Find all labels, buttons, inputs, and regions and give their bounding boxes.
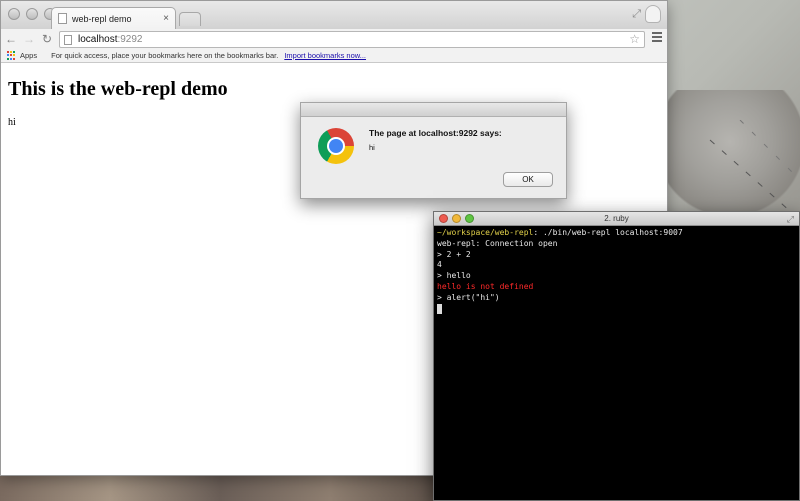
terminal-window-controls [439, 214, 474, 223]
back-arrow-icon[interactable]: ← [3, 32, 19, 46]
browser-toolbar: ← → ↻ localhost:9292 ☆ [1, 29, 667, 49]
minimize-window-button[interactable] [26, 8, 38, 20]
page-title: This is the web-repl demo [8, 78, 228, 100]
terminal-command-line: ~/workspace/web-repl: ./bin/web-repl loc… [437, 228, 796, 239]
browser-right-controls: ⤢ [632, 5, 661, 23]
terminal-error-line: hello is not defined [437, 281, 534, 291]
terminal-line: > hello [437, 271, 471, 281]
terminal-line: > alert("hi") [437, 292, 500, 302]
bookmarks-hint: For quick access, place your bookmarks h… [51, 51, 279, 60]
terminal-output[interactable]: ~/workspace/web-repl: ./bin/web-repl loc… [434, 226, 799, 316]
address-port: :9292 [117, 34, 143, 45]
alert-titlebar [301, 103, 566, 117]
tab-title: web-repl demo [72, 13, 132, 24]
terminal-cursor-line [437, 303, 796, 315]
apps-icon[interactable] [7, 51, 16, 60]
bookmarks-apps-link[interactable]: Apps [20, 51, 37, 60]
page-icon [64, 34, 72, 45]
terminal-prompt-path: ~/workspace/web-repl [437, 228, 534, 237]
terminal-line: 4 [437, 260, 442, 270]
menu-icon[interactable] [652, 32, 662, 44]
chrome-logo-icon [318, 128, 354, 164]
terminal-title: 2. ruby [604, 214, 629, 223]
address-host: localhost [78, 34, 118, 45]
reload-icon[interactable]: ↻ [39, 32, 55, 46]
new-tab-button[interactable] [179, 12, 201, 26]
forward-arrow-icon[interactable]: → [21, 32, 37, 46]
fullscreen-icon[interactable]: ⤢ [632, 8, 641, 21]
page-icon [58, 13, 67, 24]
star-icon[interactable]: ☆ [629, 32, 640, 46]
terminal-line: > 2 + 2 [437, 249, 471, 259]
desktop-wallpaper-strings [709, 120, 800, 220]
close-window-button[interactable] [8, 8, 20, 20]
browser-tab-active[interactable]: web-repl demo × [51, 7, 176, 29]
browser-titlebar: web-repl demo × ⤢ [1, 1, 667, 29]
terminal-close-button[interactable] [439, 214, 448, 223]
import-bookmarks-link[interactable]: Import bookmarks now... [284, 51, 366, 60]
terminal-line: web-repl: Connection open [437, 238, 558, 248]
terminal-command: : ./bin/web-repl localhost:9007 [533, 228, 683, 237]
ok-button[interactable]: OK [503, 172, 553, 187]
tab-close-icon[interactable]: × [163, 13, 169, 24]
alert-dialog: The page at localhost:9292 says: hi OK [300, 102, 567, 199]
profile-icon[interactable] [645, 5, 661, 23]
fullscreen-icon[interactable]: ⤢ [787, 212, 794, 226]
terminal-zoom-button[interactable] [465, 214, 474, 223]
browser-window-controls [8, 8, 56, 20]
terminal-window: 2. ruby ⤢ ~/workspace/web-repl: ./bin/we… [433, 211, 800, 501]
bookmarks-bar: Apps For quick access, place your bookma… [1, 49, 667, 63]
alert-heading: The page at localhost:9292 says: [369, 128, 502, 138]
alert-message: hi [369, 143, 375, 152]
address-bar[interactable]: localhost:9292 ☆ [59, 31, 645, 48]
terminal-cursor [437, 303, 442, 314]
terminal-minimize-button[interactable] [452, 214, 461, 223]
terminal-titlebar: 2. ruby ⤢ [434, 212, 799, 226]
